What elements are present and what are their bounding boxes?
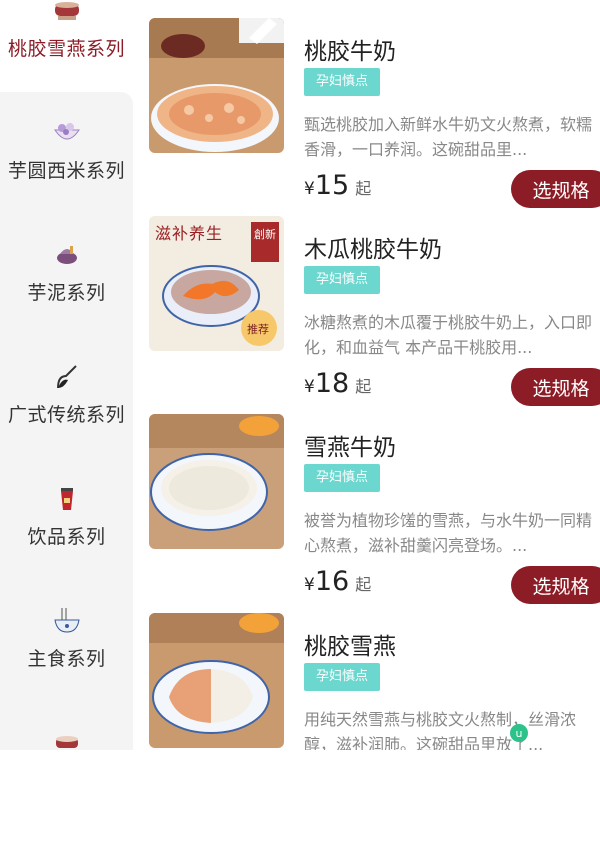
- product-list: 桃胶牛奶 孕妇慎点 甄选桃胶加入新鲜水牛奶文火熬煮，软糯香滑，一口养润。这碗甜品…: [133, 0, 600, 750]
- thumb-seal: 創新: [254, 228, 276, 241]
- sidebar-item-label: 芋泥系列: [27, 282, 106, 304]
- product-image[interactable]: [149, 613, 284, 748]
- product-name: 桃胶牛奶: [304, 39, 396, 65]
- sidebar-item-more[interactable]: [0, 728, 133, 848]
- taro-paste-icon: [50, 240, 84, 270]
- product-name: 雪燕牛奶: [304, 435, 396, 461]
- taro-ball-bowl-icon: [50, 118, 84, 148]
- select-spec-button[interactable]: 选规格: [511, 368, 600, 406]
- product-card[interactable]: 滋补养生 創新 推荐 木瓜桃胶牛奶 孕妇慎点 冰糖熬煮的木瓜覆于桃胶牛奶上，入口…: [133, 216, 600, 416]
- sidebar-item-drinks[interactable]: 饮品系列: [0, 484, 133, 604]
- price-value: 16: [314, 566, 350, 597]
- price-value: 15: [314, 170, 350, 201]
- product-card[interactable]: 雪燕牛奶 孕妇慎点 被誉为植物珍馐的雪燕，与水牛奶一同精心熬煮，滋补甜羹闪亮登场…: [133, 414, 600, 614]
- traditional-dessert-icon: [50, 362, 84, 392]
- product-image[interactable]: [149, 18, 284, 153]
- product-card[interactable]: 桃胶雪燕 孕妇慎点 用纯天然雪燕与桃胶文火熬制，丝滑浓醇，滋补润肺。这碗甜品里放…: [133, 613, 600, 750]
- sidebar-item-cantonese-traditional[interactable]: 广式传统系列: [0, 362, 133, 482]
- product-description: 被誉为植物珍馐的雪燕，与水牛奶一同精心熬煮，滋补甜羹闪亮登场。...: [304, 511, 593, 555]
- product-image[interactable]: 滋补养生 創新 推荐: [149, 216, 284, 351]
- currency-symbol: ¥: [304, 575, 315, 595]
- sidebar-item-label: 主食系列: [27, 648, 106, 670]
- product-image[interactable]: [149, 414, 284, 549]
- thumb-title: 滋补养生: [155, 224, 224, 243]
- sidebar-item-label: 饮品系列: [27, 526, 106, 548]
- price-suffix: 起: [355, 575, 372, 594]
- product-price: ¥16 起: [304, 566, 371, 597]
- thumb-recommend-tag: 推荐: [247, 323, 269, 336]
- pregnancy-warning-badge: 孕妇慎点: [304, 464, 381, 492]
- currency-symbol: ¥: [304, 179, 315, 199]
- price-value: 18: [314, 368, 350, 399]
- pregnancy-warning-badge: 孕妇慎点: [304, 663, 381, 691]
- sidebar-item-taro-ball-sago[interactable]: 芋圆西米系列: [0, 118, 133, 238]
- bowl-dessert-icon: [50, 0, 84, 26]
- sidebar-item-staple-food[interactable]: 主食系列: [0, 606, 133, 726]
- sidebar-item-label: 广式传统系列: [7, 404, 125, 426]
- product-name: 桃胶雪燕: [304, 634, 396, 660]
- dessert-bowl-icon: [50, 728, 84, 758]
- price-suffix: 起: [355, 377, 372, 396]
- noodle-bowl-icon: [50, 606, 84, 636]
- pregnancy-warning-badge: 孕妇慎点: [304, 68, 381, 96]
- drink-cup-icon: [50, 484, 84, 514]
- product-card[interactable]: 桃胶牛奶 孕妇慎点 甄选桃胶加入新鲜水牛奶文火熬煮，软糯香滑，一口养润。这碗甜品…: [133, 18, 600, 218]
- sidebar-item-label: 桃胶雪燕系列: [7, 38, 125, 60]
- product-description: 甄选桃胶加入新鲜水牛奶文火熬煮，软糯香滑，一口养润。这碗甜品里...: [304, 115, 593, 159]
- select-spec-button[interactable]: 选规格: [511, 566, 600, 604]
- product-description: 用纯天然雪燕与桃胶文火熬制，丝滑浓醇，滋补润肺。这碗甜品里放了...: [304, 710, 577, 750]
- category-sidebar: 桃胶雪燕系列 芋圆西米系列 芋泥系列 广式传统系列 饮品系列 主食系列: [0, 0, 133, 750]
- sidebar-item-peach-gum-snow-swallow[interactable]: 桃胶雪燕系列: [0, 0, 133, 116]
- pregnancy-warning-badge: 孕妇慎点: [304, 266, 381, 294]
- price-suffix: 起: [355, 179, 372, 198]
- select-spec-button[interactable]: 选规格: [511, 170, 600, 208]
- sidebar-item-label: 芋圆西米系列: [7, 160, 125, 182]
- product-price: ¥15 起: [304, 170, 371, 201]
- product-description: 冰糖熬煮的木瓜覆于桃胶牛奶上，入口即化，和血益气 本产品干桃胶用...: [304, 313, 593, 357]
- float-service-icon[interactable]: u: [510, 724, 528, 742]
- product-name: 木瓜桃胶牛奶: [304, 237, 442, 263]
- product-price: ¥18 起: [304, 368, 371, 399]
- currency-symbol: ¥: [304, 377, 315, 397]
- sidebar-item-taro-paste[interactable]: 芋泥系列: [0, 240, 133, 360]
